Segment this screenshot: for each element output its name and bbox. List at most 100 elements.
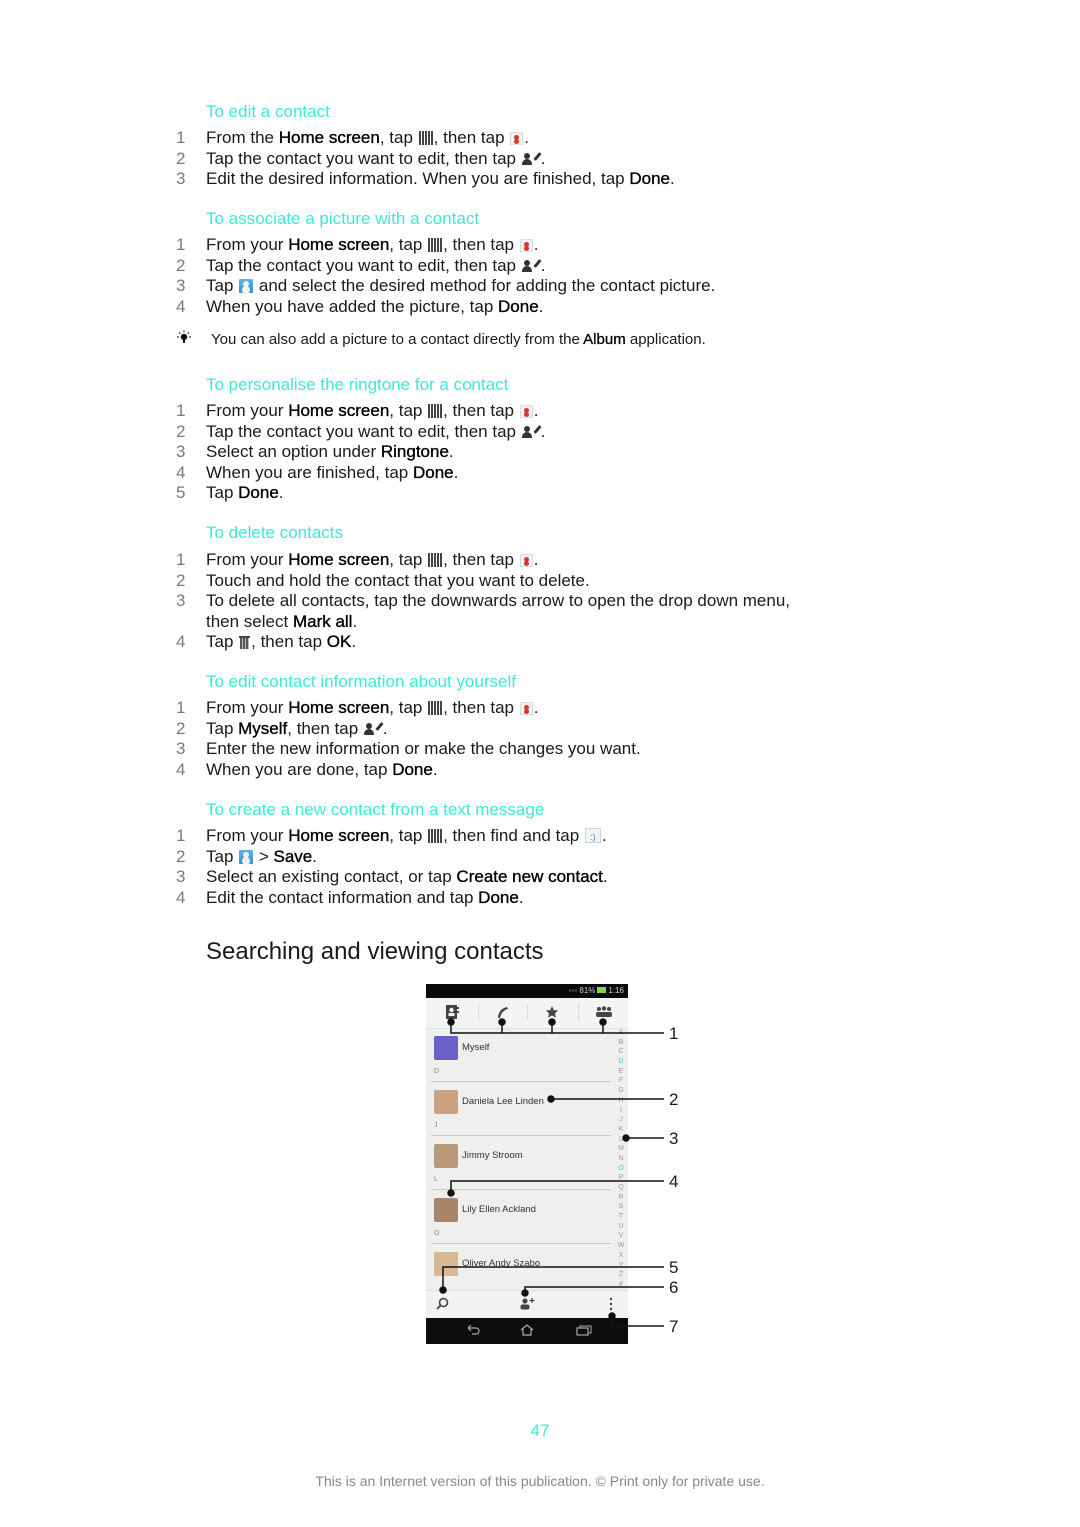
index-letter[interactable]: U [616, 1222, 626, 1232]
phone-tab-icon[interactable] [495, 1005, 509, 1019]
contact-avatar [434, 1090, 458, 1114]
ui-term: Create new contact [456, 867, 603, 886]
index-letter[interactable]: G [616, 1086, 626, 1096]
apps-grid-icon [428, 404, 443, 418]
index-letter[interactable]: D [616, 1057, 626, 1067]
recent-apps-icon[interactable] [576, 1324, 592, 1339]
bottom-action-bar [426, 1290, 628, 1319]
ui-term: Home screen [288, 698, 390, 717]
favorites-tab-icon[interactable] [545, 1005, 559, 1019]
alphabet-index-scrollbar[interactable]: A B C D E F G H I J K L M N O P Q R S T U V W X Y Z # [616, 1028, 626, 1290]
signal-icon: ▪▪▪ [568, 986, 578, 995]
step-number: 2 [176, 255, 186, 275]
instruction-heading: To personalise the ringtone for a contac… [206, 375, 509, 394]
back-icon[interactable] [466, 1324, 480, 1339]
contact-avatar [434, 1252, 458, 1276]
step-text-fragment: . [601, 826, 607, 845]
index-letter[interactable]: O [616, 1164, 626, 1174]
section-letter: J [434, 1122, 438, 1129]
step-text-fragment: , then tap [443, 235, 519, 254]
section-letter: D [434, 1068, 440, 1075]
index-letter[interactable]: J [616, 1115, 626, 1125]
step-number: 1 [176, 128, 186, 147]
index-letter[interactable]: L [616, 1135, 626, 1145]
step-number: 3 [176, 276, 186, 295]
step-text-fragment: Edit the contact information and tap [206, 887, 479, 907]
step-text: Tap the contact you want to edit, then t… [206, 256, 545, 276]
index-letter[interactable]: N [616, 1154, 626, 1164]
index-letter[interactable]: W [616, 1241, 626, 1251]
index-letter[interactable]: Q [616, 1183, 626, 1193]
instruction-step: 3 Select an option under Ringtone. [0, 442, 1080, 462]
step-number: 2 [176, 148, 186, 168]
step-text-fragment: , then tap [443, 698, 519, 717]
step-text-fragment: then select [206, 611, 293, 631]
step-text: From your Home screen, tap , then find a… [206, 826, 607, 847]
index-letter[interactable]: M [616, 1144, 626, 1154]
contact-list-item[interactable]: Jimmy Stroom [426, 1138, 616, 1174]
step-number: 4 [176, 632, 186, 651]
step-text-fragment: . [533, 235, 539, 254]
index-letter[interactable]: C [616, 1047, 626, 1057]
contacts-app-icon [519, 554, 533, 567]
index-letter[interactable]: Z [616, 1270, 626, 1280]
instruction-step: 3 To delete all contacts, tap the downwar… [0, 591, 1080, 611]
step-text-fragment: . [602, 867, 608, 886]
search-icon[interactable] [436, 1297, 449, 1313]
tab-divider [478, 1004, 479, 1020]
ui-term: OK [326, 632, 352, 651]
contact-name: Oliver Andy Szabo [462, 1258, 541, 1269]
callout-number: 3 [669, 1129, 679, 1148]
apps-grid-icon [428, 553, 443, 567]
index-letter[interactable]: R [616, 1193, 626, 1203]
index-letter[interactable]: K [616, 1125, 626, 1135]
step-text: When you are done, tap Done. [206, 759, 438, 780]
index-letter[interactable]: B [616, 1038, 626, 1048]
edit-contact-icon [521, 258, 542, 273]
index-letter[interactable]: P [616, 1173, 626, 1183]
index-letter[interactable]: S [616, 1202, 626, 1212]
step-text-fragment: . [524, 128, 530, 147]
index-letter[interactable]: A [616, 1028, 626, 1038]
callout-number: 6 [669, 1278, 679, 1297]
step-text-fragment: , then tap [287, 718, 363, 738]
step-text-fragment: , tap [389, 826, 428, 845]
step-text-fragment: Tap the contact you want to edit, then t… [206, 255, 521, 275]
index-letter[interactable]: F [616, 1076, 626, 1086]
add-contact-icon[interactable] [520, 1297, 536, 1313]
step-text-fragment: . [382, 718, 388, 738]
contact-list-item[interactable]: Myself [426, 1030, 616, 1066]
instruction-step: 4 When you are done, tap Done. [0, 759, 1080, 780]
index-letter[interactable]: # [616, 1280, 626, 1290]
index-letter[interactable]: H [616, 1096, 626, 1106]
step-text: Tap the contact you want to edit, then t… [206, 149, 545, 169]
groups-tab-icon[interactable] [595, 1005, 613, 1019]
step-text-fragment: Enter the new information or make the ch… [206, 739, 641, 758]
home-icon[interactable] [520, 1324, 534, 1339]
step-text: Tap Done. [206, 483, 284, 503]
contact-list-item[interactable]: Daniela Lee Linden [426, 1084, 616, 1120]
index-letter[interactable]: V [616, 1231, 626, 1241]
step-text: From your Home screen, tap , then tap . [206, 550, 538, 570]
step-text-fragment: , tap [389, 550, 428, 569]
contact-avatar [434, 1198, 458, 1222]
contact-list-item[interactable]: Oliver Andy Szabo [426, 1246, 616, 1282]
index-letter[interactable]: T [616, 1212, 626, 1222]
index-letter[interactable]: Y [616, 1261, 626, 1271]
index-letter[interactable]: E [616, 1067, 626, 1077]
contacts-app-icon [519, 405, 533, 418]
step-number: 1 [176, 698, 186, 717]
step-text-fragment: , tap [379, 128, 418, 147]
overflow-menu-icon[interactable] [609, 1297, 613, 1314]
step-text-fragment: > [254, 846, 274, 866]
index-letter[interactable]: X [616, 1251, 626, 1261]
section-divider [431, 1135, 611, 1136]
index-letter[interactable]: I [616, 1106, 626, 1116]
step-text-fragment: . [432, 759, 438, 779]
step-number: 1 [176, 401, 186, 420]
contact-list-item[interactable]: Lily Ellen Ackland [426, 1192, 616, 1228]
step-text-fragment: , then tap [433, 128, 510, 147]
step-text-fragment: Tap [206, 276, 239, 295]
contacts-tab-icon[interactable] [445, 1005, 459, 1019]
step-text: Touch and hold the contact that you want… [206, 571, 590, 591]
